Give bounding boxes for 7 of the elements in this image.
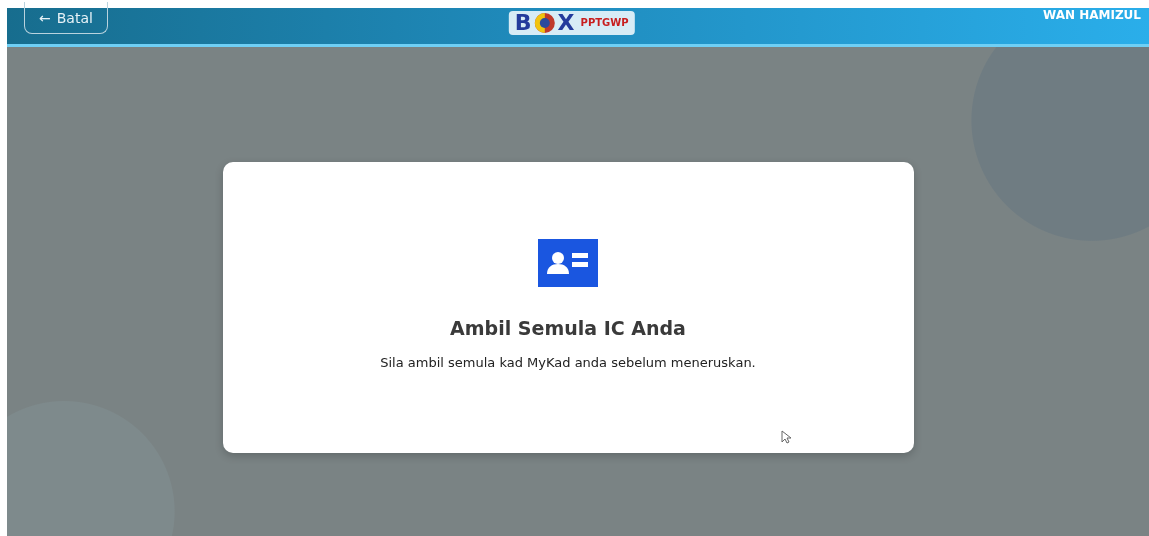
dialog-message: Sila ambil semula kad MyKad anda sebelum meneruskan.: [380, 355, 756, 370]
back-button[interactable]: ← Batal: [24, 2, 108, 34]
mouse-pointer-icon: [780, 430, 791, 444]
user-name: WAN HAMIZUL: [1042, 8, 1141, 22]
id-card-icon: [538, 239, 598, 287]
dialog-title: Ambil Semula IC Anda: [450, 317, 686, 339]
logo: B X PPTGWP: [508, 11, 635, 35]
